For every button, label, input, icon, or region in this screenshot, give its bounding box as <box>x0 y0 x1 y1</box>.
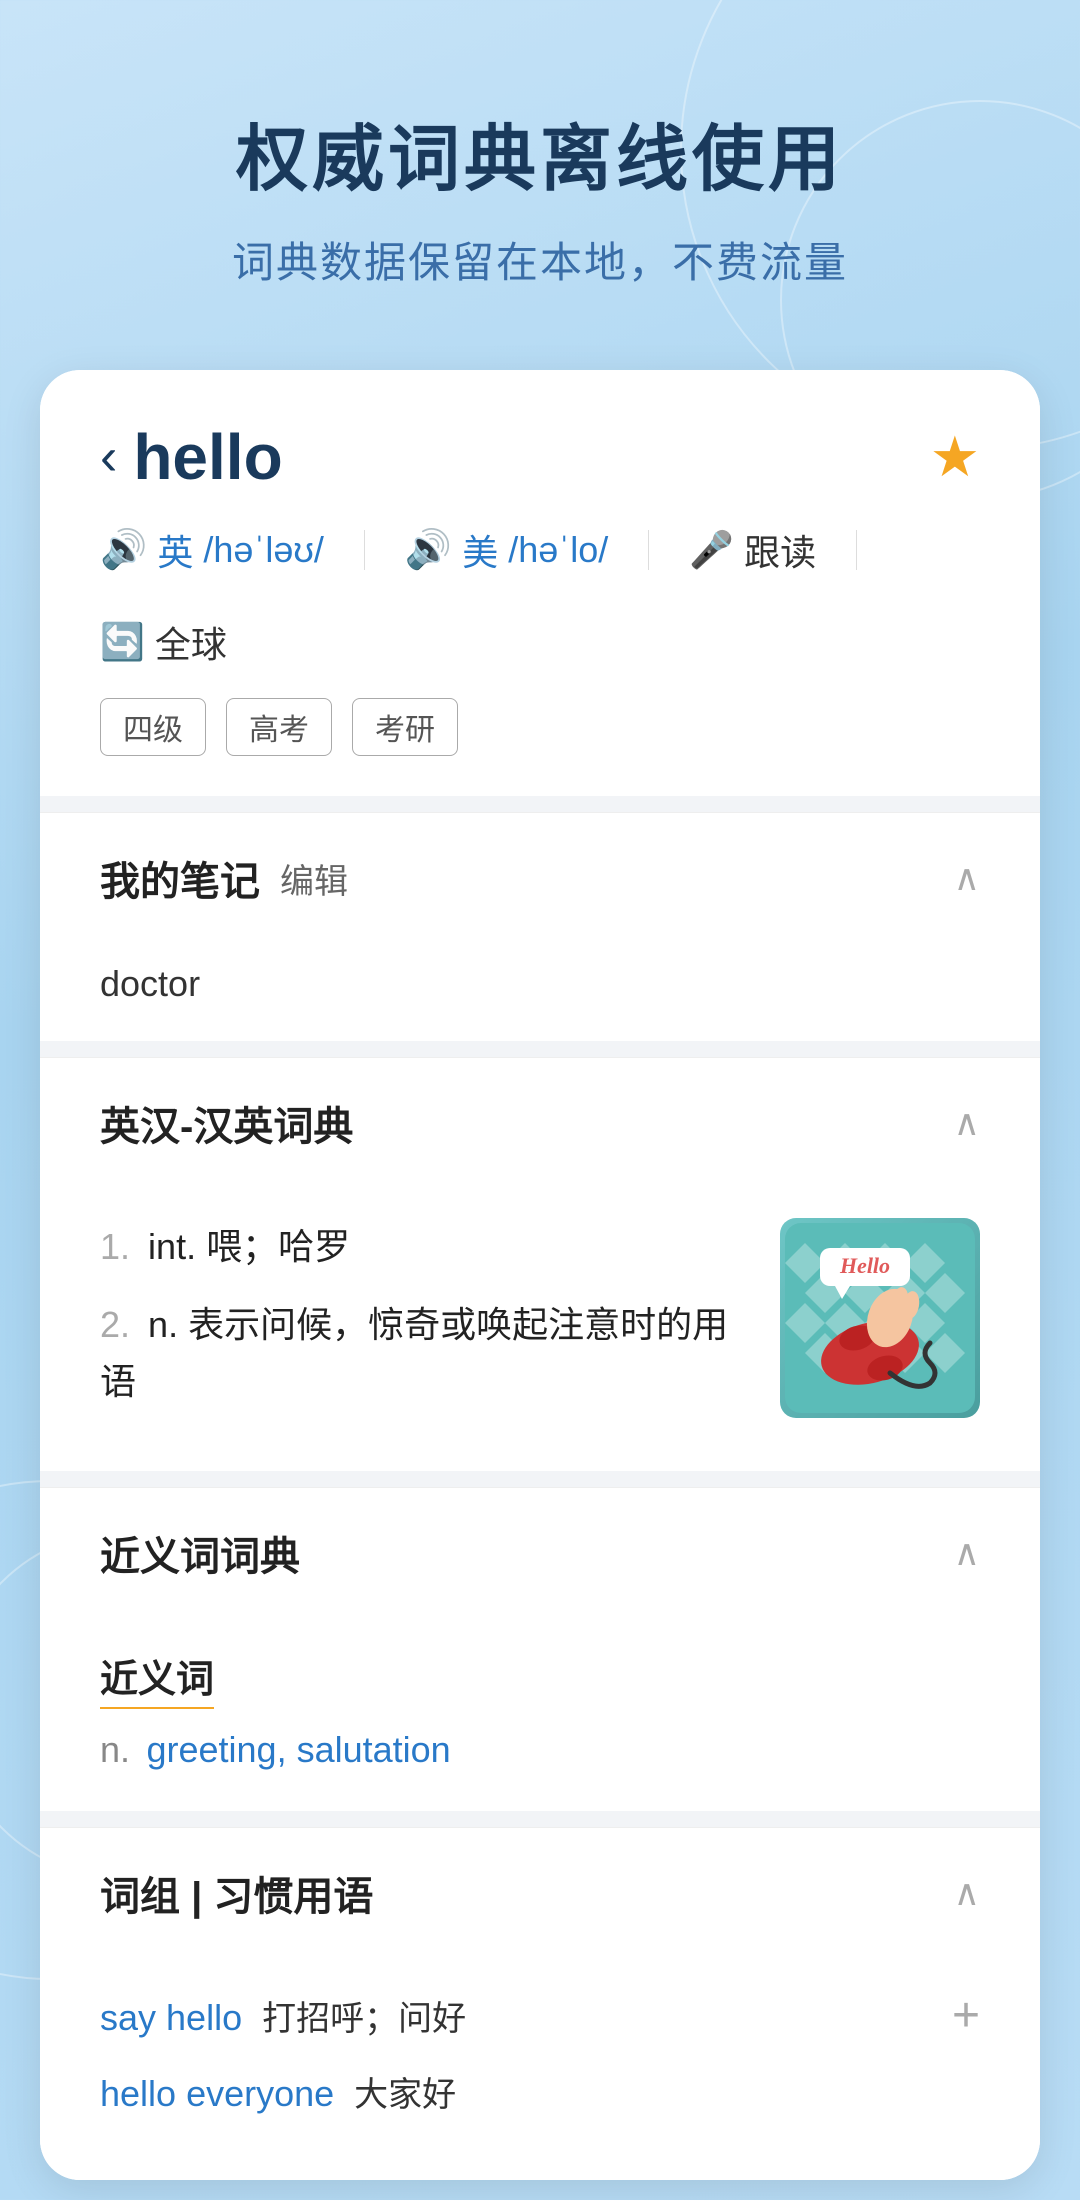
american-lang: 美 <box>462 524 498 576</box>
sep-4 <box>40 1811 1040 1827</box>
phrase-en-2[interactable]: hello everyone <box>100 2073 334 2115</box>
main-title: 权威词典离线使用 <box>60 100 1020 205</box>
notes-collapse-icon[interactable]: ∧ <box>954 857 980 899</box>
def-item-1: 1. int. 喂；哈罗 <box>100 1218 750 1276</box>
phrases-title: 词组 | 习惯用语 <box>100 1864 373 1922</box>
pron-american[interactable]: 🔊 美 /həˈlo/ <box>405 524 608 576</box>
pron-divider-3 <box>856 530 857 570</box>
global-label: 全球 <box>155 616 227 668</box>
syn-header: 近义词 <box>100 1648 980 1719</box>
phrase-zh-1: 打招呼；问好 <box>262 1991 466 2040</box>
dict-section-header: 英汉-汉英词典 ∧ <box>40 1057 1040 1188</box>
notes-title: 我的笔记 <box>100 849 260 907</box>
phrases-content: say hello 打招呼；问好 + hello everyone 大家好 <box>40 1958 1040 2180</box>
syn-words[interactable]: greeting, salutation <box>146 1729 450 1770</box>
syn-pos: n. <box>100 1729 130 1770</box>
sep-3 <box>40 1471 1040 1487</box>
british-lang: 英 <box>157 524 193 576</box>
british-pron: /həˈləʊ/ <box>203 529 324 571</box>
favorite-star-icon[interactable]: ★ <box>930 424 980 490</box>
def-meaning-2: 表示问候，惊奇或唤起注意时的用语 <box>100 1304 728 1403</box>
follow-read-button[interactable]: 🎤 跟读 <box>689 524 816 576</box>
phrase-item-1: say hello 打招呼；问好 + <box>100 1988 980 2043</box>
global-button[interactable]: 🔄 全球 <box>100 616 227 668</box>
microphone-icon: 🎤 <box>689 529 734 571</box>
globe-icon: 🔄 <box>100 621 145 663</box>
def-pos-1: int. <box>148 1226 206 1267</box>
syn-row: n. greeting, salutation <box>100 1729 980 1771</box>
svg-text:Hello: Hello <box>839 1253 890 1278</box>
header-section: 权威词典离线使用 词典数据保留在本地，不费流量 <box>0 0 1080 350</box>
phrases-collapse-icon[interactable]: ∧ <box>954 1872 980 1914</box>
dict-title: 英汉-汉英词典 <box>100 1094 353 1152</box>
sub-title: 词典数据保留在本地，不费流量 <box>60 229 1020 290</box>
syn-collapse-icon[interactable]: ∧ <box>954 1532 980 1574</box>
synonyms-content: 近义词 n. greeting, salutation <box>40 1618 1040 1811</box>
dict-content: 1. int. 喂；哈罗 2. n. 表示问候，惊奇或唤起注意时的用语 <box>40 1188 1040 1471</box>
tag-cet4: 四级 <box>100 698 206 756</box>
syn-label: 近义词 <box>100 1648 214 1709</box>
def-num-1: 1. <box>100 1226 130 1267</box>
dict-illustration: Hello <box>780 1218 980 1418</box>
notes-section-header: 我的笔记 编辑 ∧ <box>40 812 1040 943</box>
phrase-left-2: hello everyone 大家好 <box>100 2067 980 2116</box>
hello-phone-svg: Hello <box>785 1223 975 1413</box>
word-nav-row: ‹ hello ★ <box>100 420 980 494</box>
word-title: hello <box>133 420 282 494</box>
tag-kaoyan: 考研 <box>352 698 458 756</box>
pron-divider-2 <box>648 530 649 570</box>
phrases-section-header: 词组 | 习惯用语 ∧ <box>40 1827 1040 1958</box>
notes-edit-button[interactable]: 编辑 <box>280 854 348 903</box>
pronunciation-row: 🔊 英 /həˈləʊ/ 🔊 美 /həˈlo/ 🎤 跟读 🔄 全球 <box>100 524 980 668</box>
dict-definitions: 1. int. 喂；哈罗 2. n. 表示问候，惊奇或唤起注意时的用语 <box>100 1218 750 1431</box>
word-nav-left: ‹ hello <box>100 420 283 494</box>
notes-content: doctor <box>40 943 1040 1041</box>
def-num-2: 2. <box>100 1304 130 1345</box>
notes-text: doctor <box>100 963 200 1004</box>
phrase-zh-2: 大家好 <box>354 2067 456 2116</box>
syn-title: 近义词词典 <box>100 1524 300 1582</box>
british-audio-icon[interactable]: 🔊 <box>100 528 147 572</box>
sep-1 <box>40 796 1040 812</box>
american-pron: /həˈlo/ <box>508 529 608 571</box>
exam-tags: 四级 高考 考研 <box>100 698 980 756</box>
word-header: ‹ hello ★ 🔊 英 /həˈləʊ/ 🔊 美 /həˈlo/ 🎤 跟读 <box>40 370 1040 796</box>
pron-divider-1 <box>364 530 365 570</box>
dict-entry: 1. int. 喂；哈罗 2. n. 表示问候，惊奇或唤起注意时的用语 <box>100 1218 980 1431</box>
back-button[interactable]: ‹ <box>100 431 117 483</box>
phrase-add-icon-1[interactable]: + <box>952 1988 980 2043</box>
tag-gaokao: 高考 <box>226 698 332 756</box>
sep-2 <box>40 1041 1040 1057</box>
phrase-item-2: hello everyone 大家好 <box>100 2067 980 2116</box>
def-item-2: 2. n. 表示问候，惊奇或唤起注意时的用语 <box>100 1296 750 1411</box>
def-meaning-1: 喂；哈罗 <box>206 1226 350 1267</box>
american-audio-icon[interactable]: 🔊 <box>405 528 452 572</box>
syn-section-header: 近义词词典 ∧ <box>40 1487 1040 1618</box>
phrase-left-1: say hello 打招呼；问好 <box>100 1991 952 2040</box>
dict-collapse-icon[interactable]: ∧ <box>954 1102 980 1144</box>
follow-read-label: 跟读 <box>744 524 816 576</box>
phrase-en-1[interactable]: say hello <box>100 1997 242 2039</box>
pron-british[interactable]: 🔊 英 /həˈləʊ/ <box>100 524 324 576</box>
def-pos-2: n. <box>148 1304 188 1345</box>
main-card: ‹ hello ★ 🔊 英 /həˈləʊ/ 🔊 美 /həˈlo/ 🎤 跟读 <box>40 370 1040 2180</box>
